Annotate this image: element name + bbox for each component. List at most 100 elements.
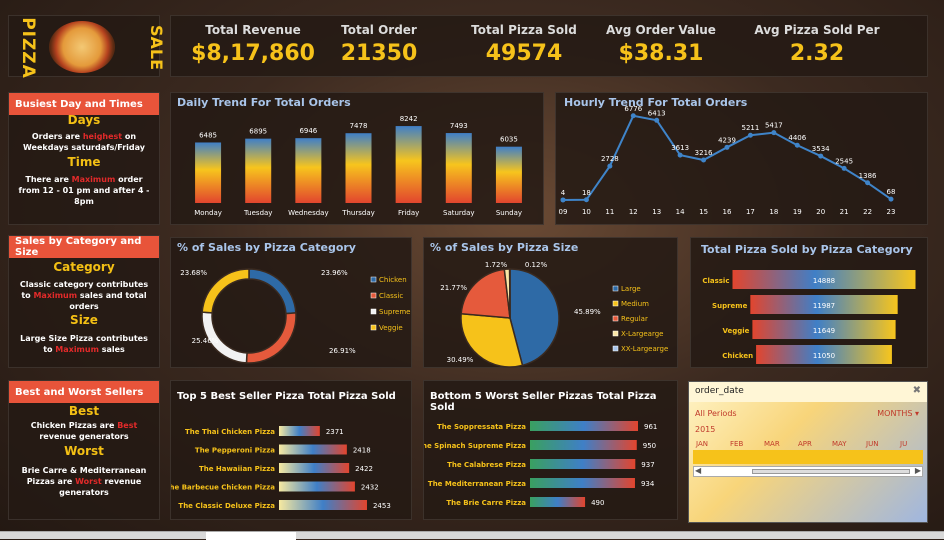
pie-slice xyxy=(246,313,296,363)
scroll-left-icon[interactable]: ◀ xyxy=(695,466,701,475)
kpi-value: 2.32 xyxy=(747,41,887,66)
data-label: 21.77% xyxy=(440,284,467,292)
category-label: The Pepperoni Pizza xyxy=(195,447,275,455)
data-label: 11987 xyxy=(813,302,835,310)
data-label: 23.68% xyxy=(180,269,207,277)
x-tick-label: 19 xyxy=(793,208,802,216)
category-label: The Classic Deluxe Pizza xyxy=(178,502,275,510)
chart-title: Top 5 Best Seller Pizza Total Pizza Sold xyxy=(177,391,396,402)
data-label: 23.96% xyxy=(321,269,348,277)
insight-subtitle: Best xyxy=(9,404,159,418)
slicer-month-label[interactable]: MAY xyxy=(832,440,847,448)
kpi-label: Avg Order Value xyxy=(591,23,731,37)
x-tick-label: 12 xyxy=(629,208,638,216)
hourly-point xyxy=(795,143,800,148)
data-label: 11050 xyxy=(813,352,835,360)
x-tick-label: 14 xyxy=(676,208,685,216)
legend-label: Veggie xyxy=(379,324,403,332)
category-label: The Hawaiian Pizza xyxy=(199,465,275,473)
kpi-panel: Total Revenue $8,17,860 Total Order 2135… xyxy=(170,15,928,77)
category-label: Classic xyxy=(702,277,729,285)
kpi-value: 21350 xyxy=(309,41,449,66)
scroll-right-icon[interactable]: ▶ xyxy=(915,466,921,475)
top5-chart: The Thai Chicken Pizza2371The Pepperoni … xyxy=(171,381,413,521)
x-tick-label: 11 xyxy=(605,208,614,216)
data-label: 7493 xyxy=(450,122,468,130)
x-tick-label: 18 xyxy=(769,208,778,216)
x-tick-label: Thursday xyxy=(341,209,375,217)
hbar xyxy=(279,445,347,455)
category-label: Chicken xyxy=(722,352,753,360)
pie-slice xyxy=(202,269,249,313)
chart-title: % of Sales by Pizza Category xyxy=(177,241,356,254)
category-label: The Mediterranean Pizza xyxy=(428,480,526,488)
slicer-level-dropdown[interactable]: MONTHS ▾ xyxy=(877,409,919,418)
slicer-range: All Periods xyxy=(695,409,737,418)
data-label: 3534 xyxy=(812,145,830,153)
x-tick-label: 16 xyxy=(723,208,732,216)
x-tick-label: Sunday xyxy=(496,209,522,217)
daily-bar xyxy=(396,126,422,203)
insight-subtitle: Days xyxy=(9,113,159,127)
clear-filter-icon[interactable]: ✖ xyxy=(913,385,921,396)
daily-bar xyxy=(446,133,472,203)
data-label: 8242 xyxy=(400,115,418,123)
data-label: 2545 xyxy=(835,157,853,165)
slicer-month-label[interactable]: JUN xyxy=(866,440,878,448)
chart-title: Daily Trend For Total Orders xyxy=(177,96,351,109)
x-tick-label: 15 xyxy=(699,208,708,216)
hourly-point xyxy=(818,154,823,159)
category-donut-chart: 23.96%26.91%25.46%23.68%ChickenClassicSu… xyxy=(171,238,413,369)
pie-slice xyxy=(461,269,510,318)
category-label: The Barbecue Chicken Pizza xyxy=(171,484,275,492)
insight-subtitle: Time xyxy=(9,155,159,169)
category-label: The Soppressata Pizza xyxy=(437,423,526,431)
data-label: 4406 xyxy=(788,134,806,142)
legend-swatch xyxy=(613,316,618,321)
legend-swatch xyxy=(613,286,618,291)
slicer-month-label[interactable]: JU xyxy=(900,440,907,448)
slicer-month-label[interactable]: APR xyxy=(798,440,812,448)
size-pie-chart: 45.89%30.49%21.77%1.72%0.12%LargeMediumR… xyxy=(424,238,679,369)
kpi-value: 49574 xyxy=(454,41,594,66)
x-tick-label: Friday xyxy=(398,209,419,217)
hbar xyxy=(279,426,320,436)
x-tick-label: Wednesday xyxy=(288,209,329,217)
data-label: 4239 xyxy=(718,136,736,144)
insight-subtitle: Size xyxy=(9,313,159,327)
date-slicer[interactable]: order_date ✖ All Periods MONTHS ▾ 2015 J… xyxy=(688,381,928,523)
legend-label: Regular xyxy=(621,315,648,323)
slicer-month-label[interactable]: JAN xyxy=(696,440,708,448)
chart-title: Total Pizza Sold by Pizza Category xyxy=(701,243,913,256)
hourly-trend-chart: 4091810272811677612641313361314321615423… xyxy=(556,93,929,226)
data-label: 3613 xyxy=(671,144,689,152)
slicer-scrollbar[interactable]: ◀ ▶ xyxy=(693,466,923,477)
hourly-point xyxy=(631,113,636,118)
hourly-point xyxy=(654,118,659,123)
data-label: 14888 xyxy=(813,277,835,285)
hourly-trend-panel: Hourly Trend For Total Orders 4091810272… xyxy=(555,92,928,225)
legend-swatch xyxy=(371,293,376,298)
category-donut-panel: % of Sales by Pizza Category 23.96%26.91… xyxy=(170,237,412,368)
legend-swatch xyxy=(371,309,376,314)
hourly-point xyxy=(865,180,870,185)
category-label: The Calabrese Pizza xyxy=(447,461,526,469)
category-funnel-panel: Total Pizza Sold by Pizza Category 14888… xyxy=(690,237,928,368)
hourly-point xyxy=(748,133,753,138)
size-pie-panel: % of Sales by Pizza Size 45.89%30.49%21.… xyxy=(423,237,678,368)
chart-title: % of Sales by Pizza Size xyxy=(430,241,578,254)
slicer-month-label[interactable]: FEB xyxy=(730,440,743,448)
category-funnel-chart: 14888Classic11987Supreme11649Veggie11050… xyxy=(691,238,929,369)
daily-trend-chart: 6485Monday6895Tuesday6946Wednesday7478Th… xyxy=(171,93,545,226)
scroll-thumb[interactable] xyxy=(752,469,910,474)
insight-header: Sales by Category and Size xyxy=(9,236,159,258)
pie-slice xyxy=(249,269,296,314)
daily-bar xyxy=(496,147,522,203)
hbar xyxy=(279,500,367,510)
daily-bar xyxy=(346,133,372,203)
slicer-month-label[interactable]: MAR xyxy=(764,440,780,448)
pizza-photo xyxy=(49,21,115,73)
hbar xyxy=(530,459,635,469)
slicer-timeline-bar[interactable] xyxy=(693,450,923,464)
hourly-point xyxy=(725,145,730,150)
